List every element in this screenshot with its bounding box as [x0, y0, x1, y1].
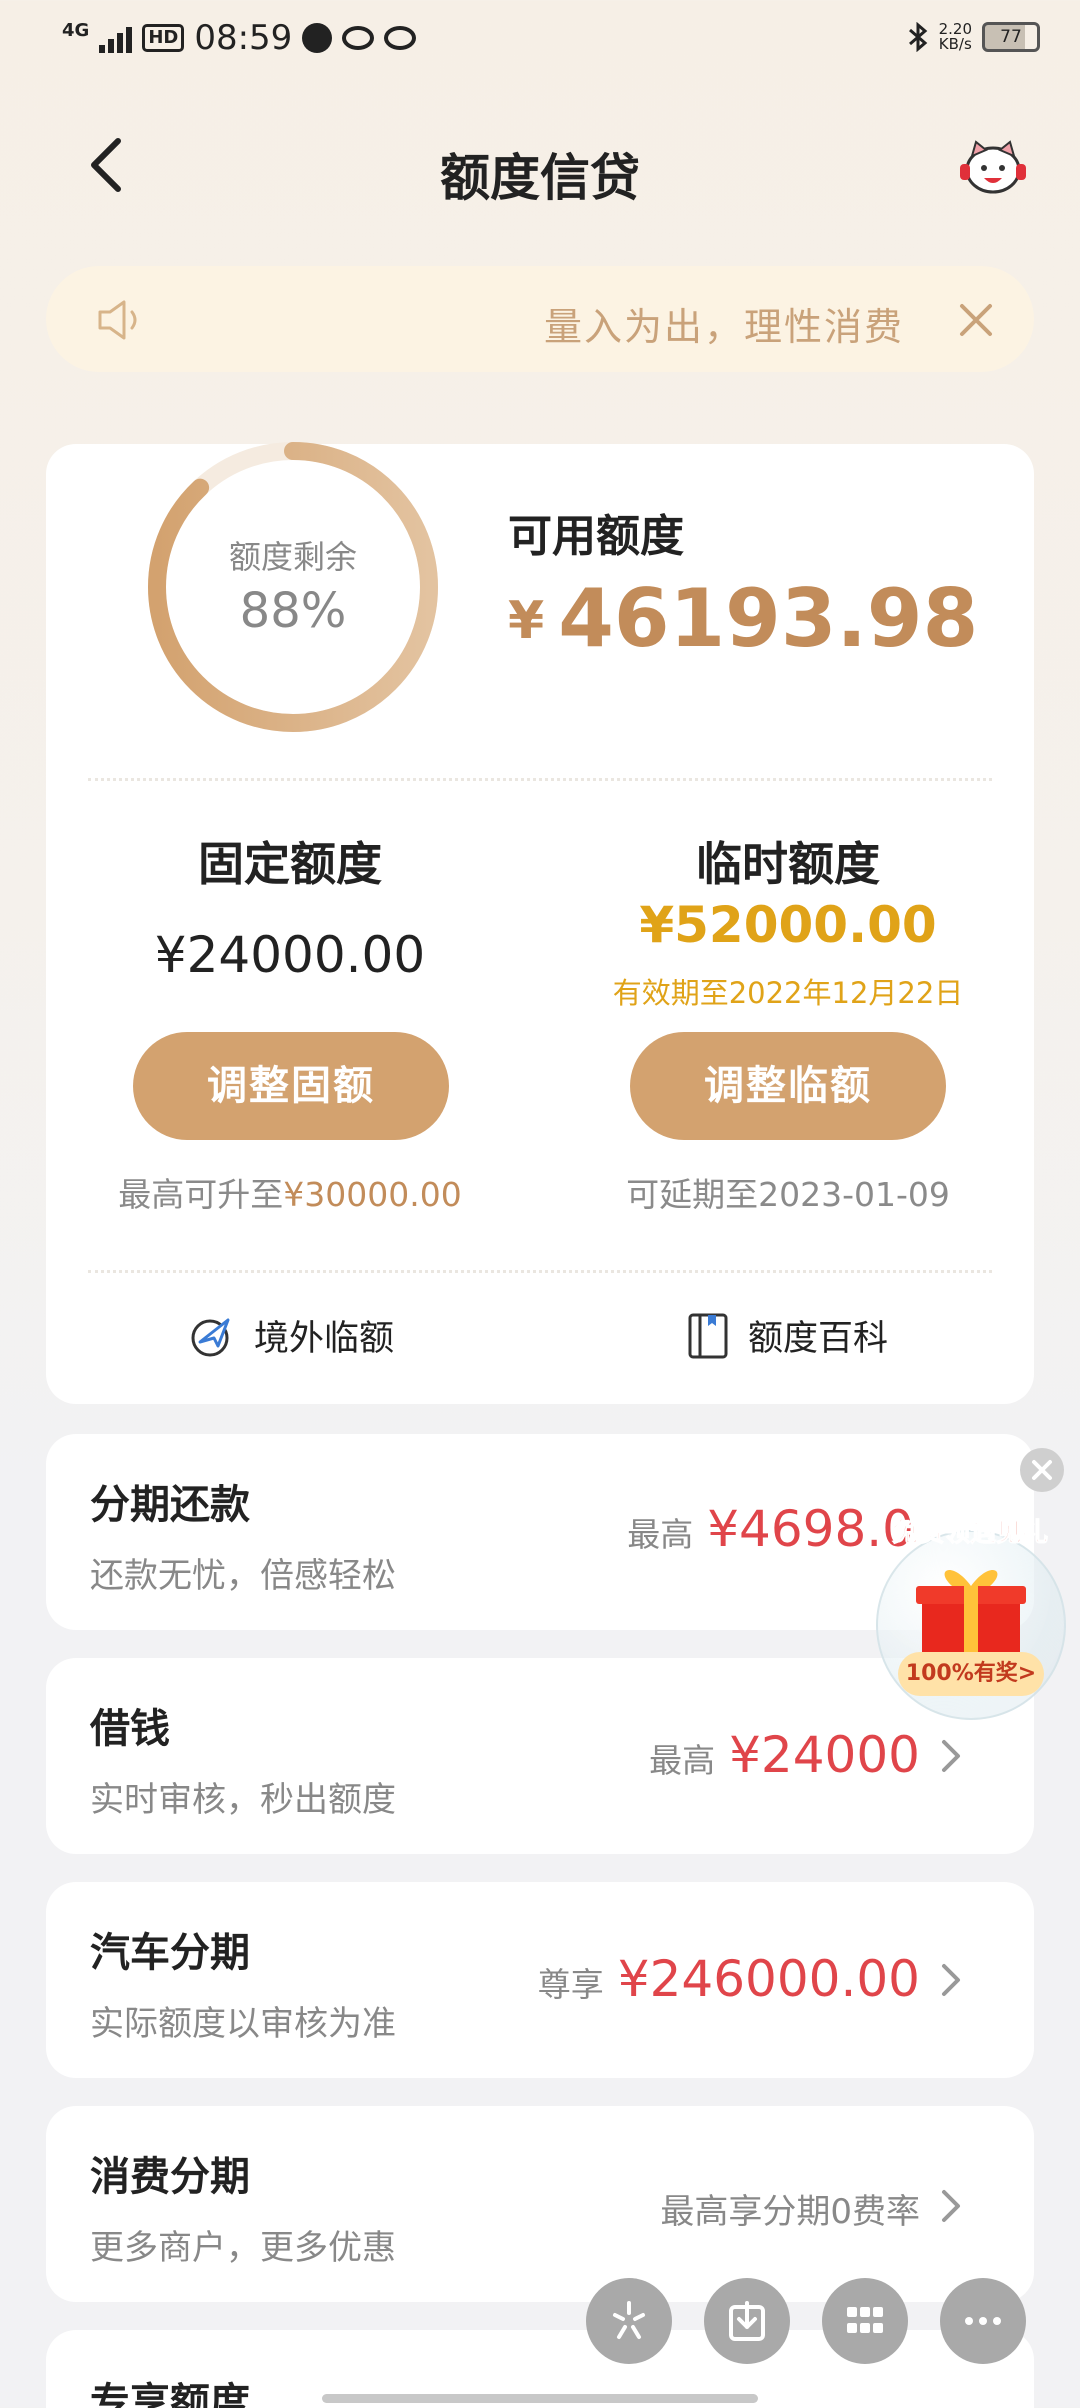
row-value-label: 最高: [649, 1741, 716, 1780]
hd-badge: HD: [142, 24, 185, 52]
battery-icon: 77: [982, 22, 1040, 52]
weibo-icon: [342, 26, 375, 50]
row-value: 最高 ¥24000: [649, 1726, 920, 1784]
temporary-credit-amount: ¥52000.00: [639, 896, 937, 954]
globe-plane-icon: [191, 1318, 230, 1356]
notice-text: 量入为出，理性消费: [543, 305, 904, 349]
spark-action-button[interactable]: [586, 2278, 672, 2364]
available-amount: ¥46193.98: [508, 572, 978, 665]
row-value-text: 最高享分期0费率: [660, 2192, 920, 2232]
book-icon: [688, 1313, 728, 1358]
overseas-temp-credit-link[interactable]: 境外临额: [188, 1310, 394, 1361]
more-button[interactable]: [940, 2278, 1026, 2364]
available-label: 可用额度: [508, 511, 684, 562]
divider: [88, 1270, 992, 1273]
status-time: 08:59: [194, 18, 293, 58]
row-value-amount: ¥4698.0: [707, 1500, 914, 1558]
remaining-label: 额度剩余: [228, 538, 357, 576]
currency-symbol: ¥: [508, 591, 545, 651]
fixed-credit-note: 最高可升至¥30000.00: [60, 1168, 520, 1216]
gift-banner-text: 免费领遇见礼: [891, 1518, 1049, 1549]
row-title: 汽车分期: [90, 1930, 250, 1976]
signal-icon: [99, 23, 133, 53]
speed-unit: KB/s: [938, 35, 972, 53]
fixed-credit-title: 固定额度: [198, 837, 382, 891]
chevron-right-icon: [942, 2190, 960, 2222]
speaker-icon: [98, 300, 137, 340]
grid-icon: [847, 2307, 883, 2333]
row-title: 消费分期: [90, 2154, 250, 2200]
row-title: 专享额度: [90, 2380, 250, 2408]
divider: [88, 778, 992, 781]
status-bar: 4G HD 08:59 2.20 KB/s 77: [0, 0, 1080, 80]
more-dots-icon: [965, 2317, 1001, 2325]
gift-close-button[interactable]: [1020, 1448, 1064, 1492]
row-value-label: 尊享: [537, 1965, 604, 2004]
available-amount-value: 46193.98: [558, 572, 979, 665]
weibo-icon-2: [384, 26, 417, 50]
customer-service-mascot-icon[interactable]: [958, 138, 1028, 198]
network-type: 4G: [62, 19, 90, 41]
fixed-note-value: ¥30000.00: [283, 1175, 462, 1214]
adjust-fixed-credit-button[interactable]: 调整固额: [133, 1032, 449, 1140]
row-subtitle: 实时审核，秒出额度: [90, 1780, 396, 1820]
close-icon: [1032, 1460, 1052, 1480]
status-left: 4G HD 08:59: [62, 18, 417, 58]
gift-box-icon: [916, 1570, 1026, 1662]
row-value-amount: ¥24000: [729, 1726, 920, 1784]
message-icon: [302, 23, 333, 53]
close-icon[interactable]: [956, 300, 996, 340]
status-right: 2.20 KB/s 77: [907, 22, 1040, 52]
adjust-temporary-credit-button[interactable]: 调整临额: [630, 1032, 946, 1140]
row-subtitle: 实际额度以审核为准: [90, 2004, 396, 2044]
network-speed: 2.20 KB/s: [939, 22, 972, 52]
fixed-credit-amount: ¥24000.00: [154, 926, 426, 984]
row-subtitle: 还款无忧，倍感轻松: [90, 1556, 396, 1596]
row-value: 最高 ¥4698.0: [627, 1500, 914, 1558]
wiki-link-label: 额度百科: [748, 1319, 889, 1359]
chevron-right-icon: [942, 1964, 960, 1996]
temporary-credit-title: 临时额度: [696, 837, 880, 891]
temporary-credit-note: 可延期至2023-01-09: [626, 1175, 950, 1214]
chevron-right-icon: [942, 1740, 960, 1772]
temporary-validity: 有效期至2022年12月22日: [612, 976, 964, 1010]
credit-wiki-link[interactable]: 额度百科: [686, 1310, 888, 1361]
row-value-amount: ¥246000.00: [617, 1950, 920, 2008]
bluetooth-icon: [908, 22, 927, 52]
spark-icon: [613, 2301, 645, 2339]
fixed-note-prefix: 最高可升至: [118, 1175, 284, 1214]
download-icon: [729, 2301, 765, 2341]
row-value: 尊享 ¥246000.00: [538, 1950, 920, 2008]
gift-tag[interactable]: 100%有奖>: [898, 1652, 1044, 1696]
home-indicator[interactable]: [322, 2394, 758, 2403]
row-title: 分期还款: [90, 1482, 250, 1528]
overseas-link-label: 境外临额: [254, 1319, 395, 1359]
row-value: 最高享分期0费率: [660, 2184, 920, 2233]
row-value-label: 最高: [627, 1515, 694, 1554]
grid-menu-button[interactable]: [822, 2278, 908, 2364]
page-title: 额度信贷: [440, 149, 640, 207]
row-subtitle: 更多商户，更多优惠: [90, 2228, 396, 2268]
remaining-percent: 88%: [239, 583, 347, 639]
row-title: 借钱: [90, 1706, 170, 1752]
download-action-button[interactable]: [704, 2278, 790, 2364]
